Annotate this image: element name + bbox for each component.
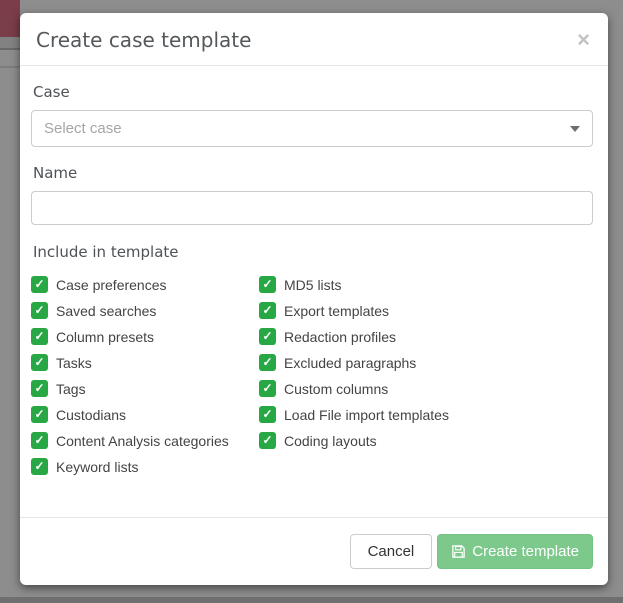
- background-band: [0, 37, 20, 48]
- checkbox-checked-icon[interactable]: ✓: [31, 276, 48, 293]
- include-option-label: MD5 lists: [284, 277, 342, 293]
- create-template-button[interactable]: Create template: [437, 534, 593, 569]
- include-option-row[interactable]: ✓ Tags: [31, 380, 259, 397]
- include-option-label: Export templates: [284, 303, 389, 319]
- include-option-label: Saved searches: [56, 303, 156, 319]
- dialog-footer: Cancel Create template: [20, 517, 608, 585]
- checkbox-checked-icon[interactable]: ✓: [31, 380, 48, 397]
- background-maroon-block: [0, 0, 20, 37]
- cancel-button[interactable]: Cancel: [350, 534, 433, 569]
- include-options-right-column: ✓ MD5 lists ✓ Export templates ✓ Redacti…: [259, 276, 593, 484]
- dialog-header: Create case template ×: [20, 13, 608, 66]
- case-select[interactable]: Select case: [31, 110, 593, 147]
- include-option-row[interactable]: ✓ Saved searches: [31, 302, 259, 319]
- include-option-label: Custodians: [56, 407, 126, 423]
- include-option-label: Keyword lists: [56, 459, 138, 475]
- chevron-down-icon: [570, 126, 580, 132]
- include-option-label: Content Analysis categories: [56, 433, 229, 449]
- include-option-row[interactable]: ✓ Custodians: [31, 406, 259, 423]
- include-option-label: Redaction profiles: [284, 329, 396, 345]
- include-option-label: Custom columns: [284, 381, 388, 397]
- checkbox-checked-icon[interactable]: ✓: [259, 406, 276, 423]
- include-option-row[interactable]: ✓ Excluded paragraphs: [259, 354, 593, 371]
- include-option-row[interactable]: ✓ Coding layouts: [259, 432, 593, 449]
- background-divider: [0, 48, 20, 50]
- checkbox-checked-icon[interactable]: ✓: [31, 354, 48, 371]
- dialog-body: Case Select case Name Include in templat…: [20, 66, 608, 484]
- include-option-row[interactable]: ✓ Case preferences: [31, 276, 259, 293]
- checkbox-checked-icon[interactable]: ✓: [31, 328, 48, 345]
- close-icon[interactable]: ×: [575, 30, 592, 50]
- include-options-left-column: ✓ Case preferences ✓ Saved searches ✓ Co…: [31, 276, 259, 484]
- name-input[interactable]: [31, 191, 593, 225]
- include-option-label: Coding layouts: [284, 433, 377, 449]
- include-option-label: Column presets: [56, 329, 154, 345]
- dialog-title: Create case template: [36, 28, 251, 52]
- include-options: ✓ Case preferences ✓ Saved searches ✓ Co…: [31, 276, 593, 484]
- checkbox-checked-icon[interactable]: ✓: [259, 432, 276, 449]
- include-option-row[interactable]: ✓ Load File import templates: [259, 406, 593, 423]
- include-option-row[interactable]: ✓ Content Analysis categories: [31, 432, 259, 449]
- case-field-label: Case: [33, 83, 593, 101]
- include-option-row[interactable]: ✓ MD5 lists: [259, 276, 593, 293]
- checkbox-checked-icon[interactable]: ✓: [31, 406, 48, 423]
- checkbox-checked-icon[interactable]: ✓: [31, 432, 48, 449]
- include-option-label: Tasks: [56, 355, 92, 371]
- checkbox-checked-icon[interactable]: ✓: [259, 302, 276, 319]
- include-section-label: Include in template: [33, 243, 593, 261]
- include-option-row[interactable]: ✓ Keyword lists: [31, 458, 259, 475]
- checkbox-checked-icon[interactable]: ✓: [259, 380, 276, 397]
- create-template-button-label: Create template: [472, 543, 579, 560]
- include-option-row[interactable]: ✓ Tasks: [31, 354, 259, 371]
- create-case-template-dialog: Create case template × Case Select case …: [20, 13, 608, 585]
- checkbox-checked-icon[interactable]: ✓: [259, 328, 276, 345]
- include-option-row[interactable]: ✓ Redaction profiles: [259, 328, 593, 345]
- include-option-label: Load File import templates: [284, 407, 449, 423]
- include-option-label: Tags: [56, 381, 86, 397]
- name-field-label: Name: [33, 164, 593, 182]
- include-option-row[interactable]: ✓ Column presets: [31, 328, 259, 345]
- background-bottom-strip: [0, 597, 623, 603]
- save-icon: [451, 544, 466, 559]
- checkbox-checked-icon[interactable]: ✓: [31, 458, 48, 475]
- include-option-label: Excluded paragraphs: [284, 355, 416, 371]
- case-select-placeholder: Select case: [44, 120, 570, 137]
- include-option-row[interactable]: ✓ Custom columns: [259, 380, 593, 397]
- include-option-label: Case preferences: [56, 277, 167, 293]
- include-option-row[interactable]: ✓ Export templates: [259, 302, 593, 319]
- checkbox-checked-icon[interactable]: ✓: [259, 354, 276, 371]
- checkbox-checked-icon[interactable]: ✓: [31, 302, 48, 319]
- background-divider: [0, 66, 20, 68]
- checkbox-checked-icon[interactable]: ✓: [259, 276, 276, 293]
